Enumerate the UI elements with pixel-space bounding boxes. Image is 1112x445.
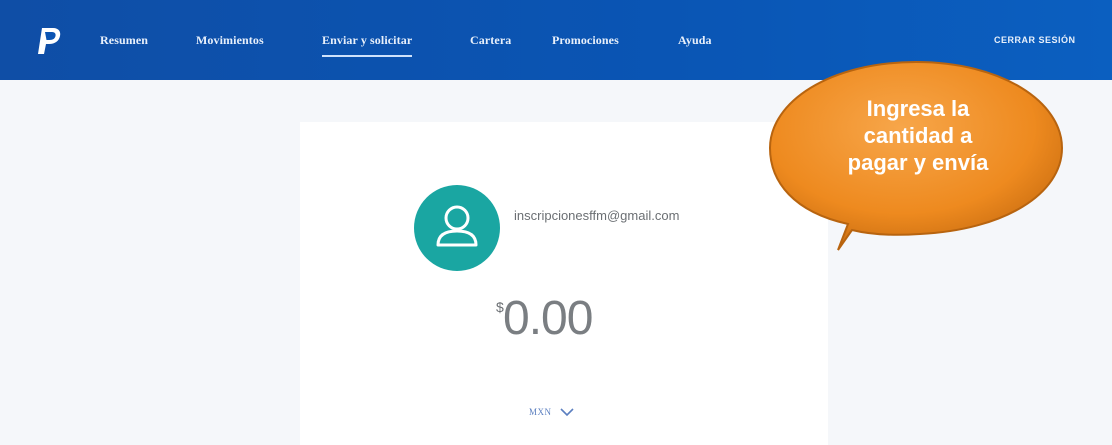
recipient-email: inscripcionesffm@gmail.com [514, 208, 680, 223]
send-money-card [300, 122, 828, 445]
callout-text: Ingresa la cantidad a pagar y envía [847, 96, 989, 175]
recipient-avatar [414, 185, 500, 271]
paypal-logo-icon[interactable] [36, 26, 62, 56]
nav-ayuda[interactable]: Ayuda [678, 33, 712, 48]
user-icon [436, 205, 478, 247]
nav-cartera[interactable]: Cartera [470, 33, 511, 48]
nav-movimientos[interactable]: Movimientos [196, 33, 264, 48]
currency-code: MXN [529, 407, 552, 417]
chevron-down-icon [559, 408, 574, 417]
nav-resumen[interactable]: Resumen [100, 33, 148, 48]
amount-input[interactable]: 0.00 [503, 291, 593, 346]
nav-enviar-y-solicitar[interactable]: Enviar y solicitar [322, 33, 413, 57]
nav-promociones[interactable]: Promociones [552, 33, 619, 48]
currency-selector[interactable]: MXN [529, 400, 574, 424]
logout-button[interactable]: CERRAR SESIÓN [994, 35, 1076, 45]
